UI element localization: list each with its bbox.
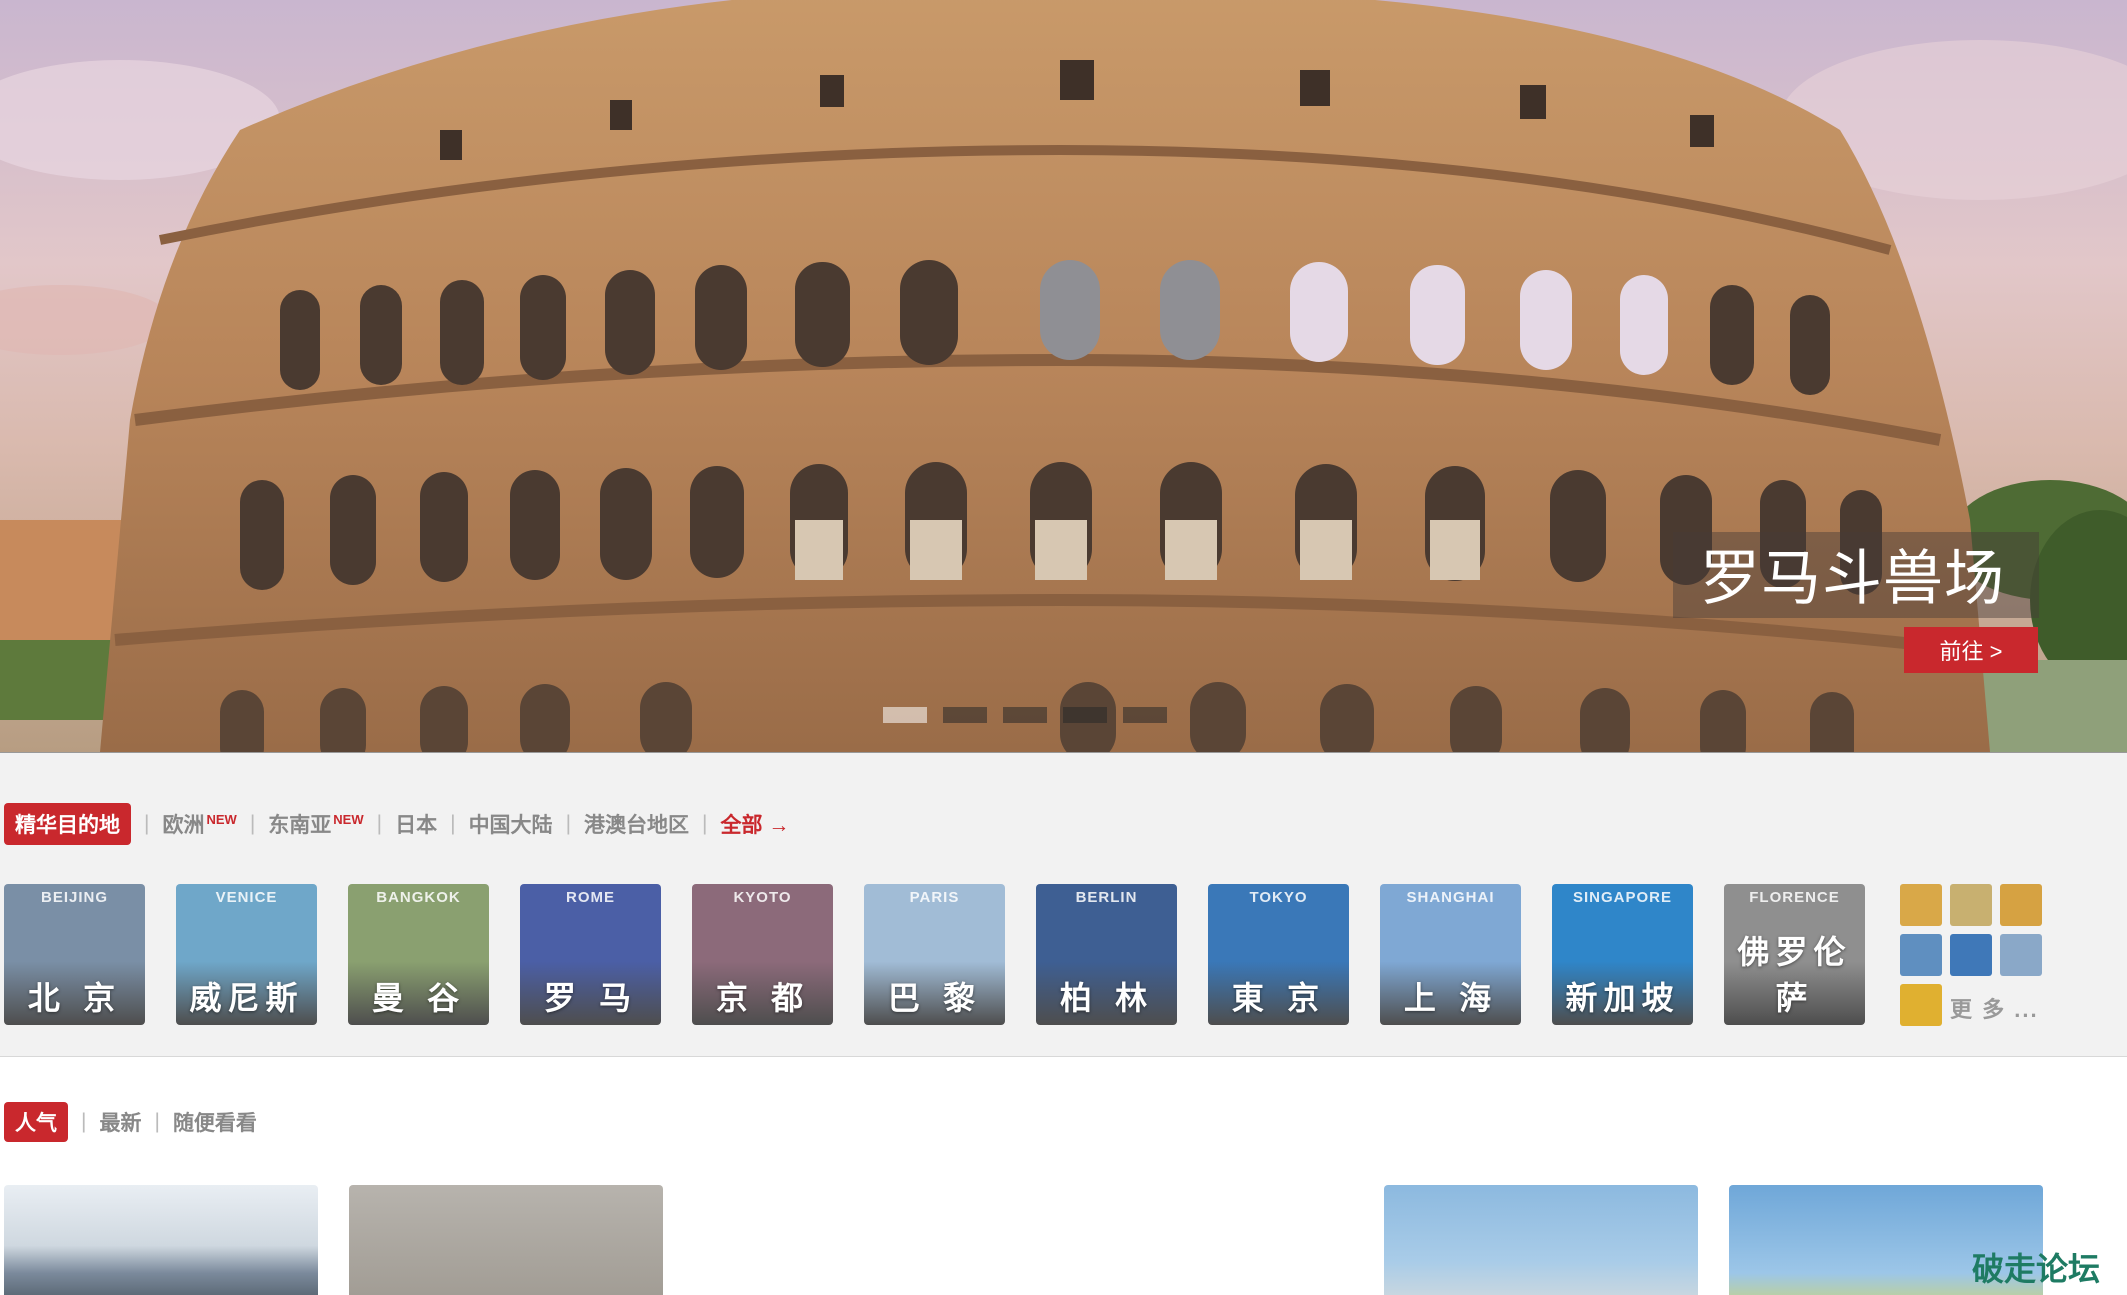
hero-banner[interactable]: 罗马斗兽场 前往 > xyxy=(0,0,2127,752)
card-chinese-name: 罗 马 xyxy=(543,979,638,1017)
filter-southeast-asia-label: 东南亚 xyxy=(268,814,332,837)
carousel-dot-1[interactable] xyxy=(883,707,927,723)
filter-hk-macau-taiwan[interactable]: 港澳台地区 xyxy=(584,809,689,839)
filter-southeast-asia[interactable]: 东南亚 NEW xyxy=(268,809,363,839)
tab-random[interactable]: 随便看看 xyxy=(173,1107,257,1137)
travel-photo-card[interactable] xyxy=(1384,1185,1698,1295)
card-english-name: SINGAPORE xyxy=(1572,889,1672,906)
filter-europe[interactable]: 欧洲 NEW xyxy=(162,809,236,839)
carousel-indicators xyxy=(883,707,1167,723)
more-destinations-link[interactable]: 更 多 ... xyxy=(1950,992,2039,1024)
tab-latest[interactable]: 最新 xyxy=(99,1107,141,1137)
more-thumb xyxy=(2000,884,2042,926)
destination-card-rome[interactable]: ROME 罗 马 xyxy=(520,884,661,1025)
card-english-name: PARIS xyxy=(909,889,960,906)
more-thumb xyxy=(2000,934,2042,976)
destination-card-tokyo[interactable]: TOKYO 東 京 xyxy=(1208,884,1349,1025)
card-chinese-name: 佛罗伦萨 xyxy=(1737,933,1852,1017)
card-english-name: FLORENCE xyxy=(1749,889,1840,906)
separator: | xyxy=(450,812,456,835)
hero-title: 罗马斗兽场 xyxy=(1700,544,2005,614)
colosseum-illustration xyxy=(0,0,2127,752)
card-chinese-name: 柏 林 xyxy=(1059,979,1154,1017)
card-english-name: BANGKOK xyxy=(376,889,461,906)
card-english-name: KYOTO xyxy=(733,889,792,906)
destination-card-berlin[interactable]: BERLIN 柏 林 xyxy=(1036,884,1177,1025)
card-english-name: ROME xyxy=(566,889,615,906)
new-badge: NEW xyxy=(333,812,364,827)
carousel-dot-3[interactable] xyxy=(1003,707,1047,723)
card-chinese-name: 威尼斯 xyxy=(189,979,304,1017)
separator: | xyxy=(154,1110,160,1133)
separator: | xyxy=(702,812,708,835)
destination-card-venice[interactable]: VENICE 威尼斯 xyxy=(176,884,317,1025)
card-english-name: VENICE xyxy=(215,889,278,906)
carousel-dot-5[interactable] xyxy=(1123,707,1167,723)
filter-all-link[interactable]: 全部 → xyxy=(721,809,790,839)
destination-filter-bar: 精华目的地 | 欧洲 NEW | 东南亚 NEW | 日本 | 中国大陆 | 港澳台… xyxy=(4,803,789,845)
card-chinese-name: 新加坡 xyxy=(1565,979,1680,1017)
tab-popular-active[interactable]: 人气 xyxy=(4,1102,68,1142)
carousel-dot-2[interactable] xyxy=(943,707,987,723)
card-english-name: BERLIN xyxy=(1075,889,1138,906)
filter-mainland-china[interactable]: 中国大陆 xyxy=(469,809,553,839)
destination-card-paris[interactable]: PARIS 巴 黎 xyxy=(864,884,1005,1025)
card-english-name: TOKYO xyxy=(1249,889,1308,906)
card-chinese-name: 上 海 xyxy=(1403,979,1498,1017)
filter-europe-label: 欧洲 xyxy=(162,814,205,837)
card-chinese-name: 東 京 xyxy=(1231,979,1326,1017)
card-chinese-name: 曼 谷 xyxy=(371,979,466,1017)
filter-featured-active[interactable]: 精华目的地 xyxy=(4,803,131,845)
forum-watermark: 破走论坛 xyxy=(1972,1250,2101,1288)
card-chinese-name: 北 京 xyxy=(27,979,122,1017)
more-thumb xyxy=(1900,934,1942,976)
destinations-section: 精华目的地 | 欧洲 NEW | 东南亚 NEW | 日本 | 中国大陆 | 港澳台… xyxy=(0,752,2127,1057)
card-english-name: BEIJING xyxy=(40,889,108,906)
separator: | xyxy=(249,812,256,835)
travel-photo-card[interactable] xyxy=(4,1185,318,1295)
destination-card-bangkok[interactable]: BANGKOK 曼 谷 xyxy=(348,884,489,1025)
more-thumb xyxy=(1900,984,1942,1026)
hero-go-button[interactable]: 前往 > xyxy=(1904,627,2038,673)
destination-card-beijing[interactable]: BEIJING 北 京 xyxy=(4,884,145,1025)
separator: | xyxy=(565,812,572,835)
more-thumb xyxy=(1950,884,1992,926)
separator: | xyxy=(376,812,383,835)
more-destinations-grid[interactable]: 更 多 ... xyxy=(1900,884,2044,1026)
sort-tabs: 人气 | 最新 | 随便看看 xyxy=(4,1102,257,1142)
card-english-name: SHANGHAI xyxy=(1406,889,1495,906)
travel-photo-card[interactable] xyxy=(349,1185,663,1295)
separator: | xyxy=(81,1110,87,1133)
separator: | xyxy=(144,812,150,835)
more-thumb xyxy=(1900,884,1942,926)
destination-card-shanghai[interactable]: SHANGHAI 上 海 xyxy=(1380,884,1521,1025)
destination-card-kyoto[interactable]: KYOTO 京 都 xyxy=(692,884,833,1025)
new-badge: NEW xyxy=(206,812,237,827)
more-thumb xyxy=(1950,934,1992,976)
card-chinese-name: 巴 黎 xyxy=(887,979,982,1017)
destination-card-florence[interactable]: FLORENCE 佛罗伦萨 xyxy=(1724,884,1865,1025)
card-chinese-name: 京 都 xyxy=(715,979,810,1017)
carousel-dot-4[interactable] xyxy=(1063,707,1107,723)
destination-card-singapore[interactable]: SINGAPORE 新加坡 xyxy=(1552,884,1693,1025)
filter-japan[interactable]: 日本 xyxy=(395,809,437,839)
